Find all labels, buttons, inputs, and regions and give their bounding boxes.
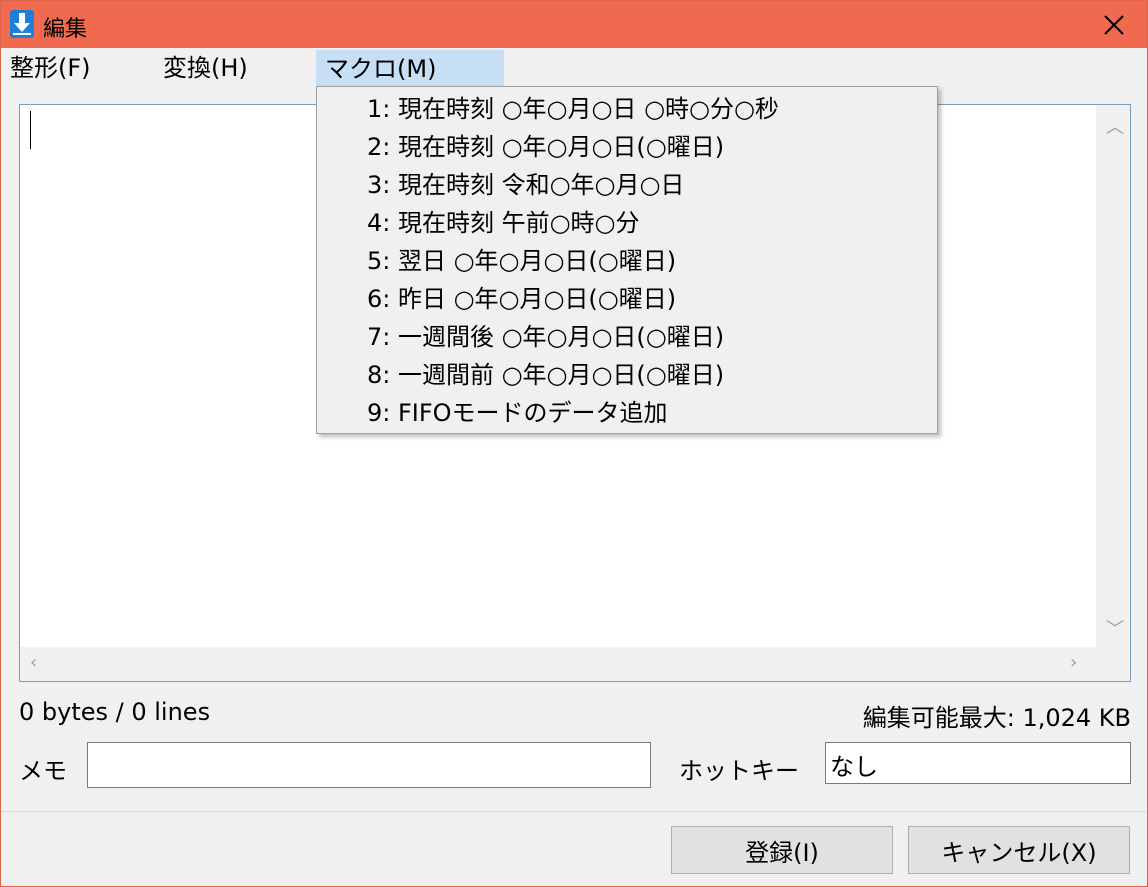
size-status: 0 bytes / 0 lines: [19, 698, 211, 726]
max-size-status: 編集可能最大: 1,024 KB: [862, 704, 1131, 732]
text-caret: [30, 111, 31, 149]
macro-item-9[interactable]: 9: FIFOモードのデータ追加: [317, 394, 937, 432]
macro-item-3[interactable]: 3: 現在時刻 令和○年○月○日: [317, 166, 937, 204]
memo-label: メモ: [19, 757, 67, 785]
window-title: 編集: [43, 17, 88, 42]
scroll-right-icon[interactable]: ›: [1070, 652, 1077, 673]
macro-item-6[interactable]: 6: 昨日 ○年○月○日(○曜日): [317, 280, 937, 318]
hotkey-field[interactable]: なし: [825, 742, 1131, 784]
macro-item-2[interactable]: 2: 現在時刻 ○年○月○日(○曜日): [317, 128, 937, 166]
horizontal-scrollbar[interactable]: ‹ ›: [20, 647, 1096, 681]
menu-format[interactable]: 整形(F): [2, 50, 99, 86]
scroll-down-icon[interactable]: ﹀: [1106, 615, 1124, 641]
hotkey-label: ホットキー: [679, 757, 799, 785]
macro-item-7[interactable]: 7: 一週間後 ○年○月○日(○曜日): [317, 318, 937, 356]
memo-input[interactable]: [87, 742, 651, 788]
macro-item-1[interactable]: 1: 現在時刻 ○年○月○日 ○時○分○秒: [317, 90, 937, 128]
macro-item-4[interactable]: 4: 現在時刻 午前○時○分: [317, 204, 937, 242]
macro-item-5[interactable]: 5: 翌日 ○年○月○日(○曜日): [317, 242, 937, 280]
menu-macro[interactable]: マクロ(M): [316, 50, 504, 86]
macro-dropdown-menu: 1: 現在時刻 ○年○月○日 ○時○分○秒 2: 現在時刻 ○年○月○日(○曜日…: [316, 86, 938, 434]
close-icon: [1104, 14, 1124, 35]
macro-item-8[interactable]: 8: 一週間前 ○年○月○日(○曜日): [317, 356, 937, 394]
menu-bar: 整形(F) 変換(H) マクロ(M): [1, 48, 1147, 88]
register-button[interactable]: 登録(I): [671, 826, 893, 874]
cancel-button[interactable]: キャンセル(X): [908, 826, 1130, 874]
vertical-scrollbar[interactable]: ︿ ﹀: [1096, 105, 1130, 647]
title-bar[interactable]: 編集: [1, 1, 1147, 48]
scroll-up-icon[interactable]: ︿: [1106, 113, 1124, 139]
edit-window: 編集 整形(F) 変換(H) マクロ(M) ︿ ﹀ ‹ › 0 bytes / …: [0, 0, 1148, 887]
menu-convert[interactable]: 変換(H): [155, 50, 256, 86]
scroll-left-icon[interactable]: ‹: [30, 652, 37, 673]
close-button[interactable]: [1081, 1, 1147, 48]
scroll-corner: [1096, 647, 1130, 681]
download-arrow-icon: [10, 10, 34, 38]
divider: [1, 811, 1147, 812]
